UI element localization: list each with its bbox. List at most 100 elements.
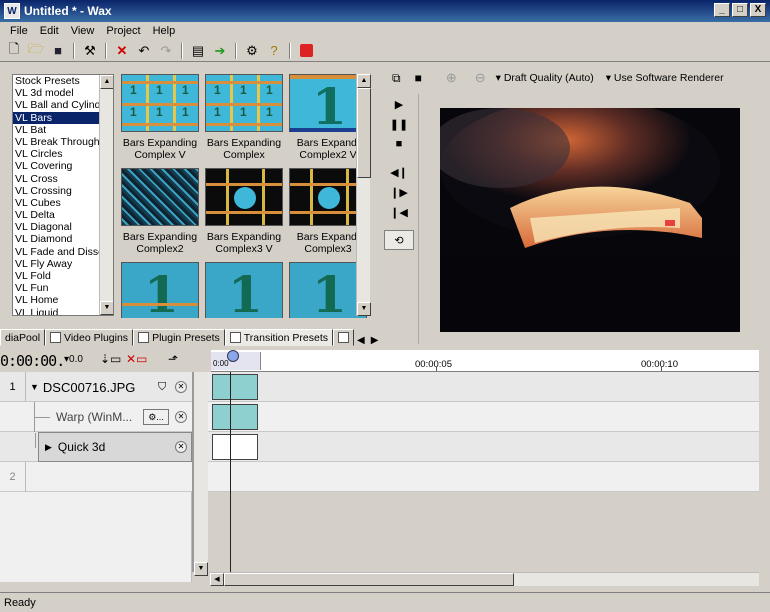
close-button[interactable]: X — [750, 3, 766, 17]
thumb-scroll-down-icon[interactable]: ▼ — [357, 302, 371, 316]
redo-icon[interactable]: ↷ — [156, 42, 176, 60]
new-file-icon[interactable]: 🗋 — [4, 41, 24, 60]
preset-list-item[interactable]: VL Bat — [13, 124, 99, 136]
thumb-row3-2[interactable]: 1 — [204, 260, 284, 318]
cut-tool-icon[interactable]: ⚒ — [80, 42, 100, 60]
expand-chevron-icon[interactable]: ▼ — [30, 382, 39, 392]
thumbnail-scrollbar[interactable]: ▲ ▼ — [356, 74, 371, 316]
track-name[interactable]: DSC00716.JPG — [43, 380, 136, 395]
step-forward-icon[interactable]: ❙▶ — [384, 182, 414, 202]
transition-clip[interactable] — [212, 434, 258, 460]
go-to-start-icon[interactable]: ❙◀ — [384, 202, 414, 222]
track-row[interactable]: 1 ▼ DSC00716.JPG ⛉ ✕ — [0, 372, 759, 402]
menu-file[interactable]: File — [4, 25, 34, 37]
copy-frame-icon[interactable]: ⧉ — [392, 71, 401, 86]
fx-icon[interactable]: ⛉ — [158, 381, 166, 394]
preset-list-item[interactable]: VL Covering — [13, 160, 99, 172]
plugin-name[interactable]: Warp (WinM... — [56, 410, 132, 424]
track-row[interactable]: ▶ Quick 3d ✕ — [0, 432, 759, 462]
preset-list-item[interactable]: VL Fade and Dissolve — [13, 246, 99, 258]
thumb-scroll-thumb[interactable] — [357, 88, 371, 178]
scroll-up-icon[interactable]: ▲ — [100, 75, 113, 89]
timeline-ruler[interactable]: 0:00 00:00:05 00:00:10 — [211, 350, 759, 372]
preset-list-item[interactable]: VL Bars — [13, 111, 99, 124]
track-row[interactable]: Warp (WinM... ⚙... ✕ — [0, 402, 759, 432]
menu-project[interactable]: Project — [100, 25, 146, 37]
preset-list-item[interactable]: VL Cross — [13, 173, 99, 185]
preset-list[interactable]: Stock Presets VL 3d model VL Ball and Cyli… — [12, 74, 114, 316]
preset-list-item[interactable]: VL Cubes — [13, 197, 99, 209]
thumb-bars-expanding-complex2[interactable]: Bars Expanding Complex2 — [120, 166, 200, 255]
preset-list-item[interactable]: Stock Presets — [13, 75, 99, 87]
remove-track-icon[interactable]: ✕ — [175, 381, 187, 393]
preset-list-item[interactable]: VL Ball and Cylinder — [13, 99, 99, 111]
thumb-bars-expanding-complex-v[interactable]: 111 111 Bars Expanding Complex V — [120, 72, 200, 161]
minimize-button[interactable]: _ — [714, 3, 730, 17]
track-vscroll[interactable]: ▼ — [194, 372, 208, 576]
loop-icon[interactable]: ⟲ — [384, 230, 414, 250]
properties-icon[interactable]: ⚙ — [242, 42, 262, 60]
transition-name[interactable]: Quick 3d — [58, 440, 105, 454]
thumb-row3-1[interactable]: 1 — [120, 260, 200, 318]
tab-mediapool[interactable]: diaPool — [0, 329, 46, 346]
import-icon[interactable]: ▤ — [188, 42, 208, 60]
preset-list-item[interactable]: VL Fly Away — [13, 258, 99, 270]
snap-icon[interactable]: ⇣▭ — [100, 352, 121, 366]
track-scroll-down-icon[interactable]: ▼ — [194, 562, 208, 576]
tab-video-plugins[interactable]: Video Plugins — [45, 329, 134, 346]
tab-transition-presets[interactable]: Transition Presets — [224, 329, 333, 346]
delete-icon[interactable]: ✕ — [112, 42, 132, 60]
step-back-icon[interactable]: ◀❙ — [384, 162, 414, 182]
preset-list-scrollbar[interactable]: ▲ ▼ — [99, 75, 113, 315]
preset-list-item[interactable]: VL Diamond — [13, 233, 99, 245]
preset-list-item[interactable]: VL Crossing — [13, 185, 99, 197]
remove-plugin-icon[interactable]: ✕ — [175, 411, 187, 423]
preset-list-item[interactable]: VL Delta — [13, 209, 99, 221]
scroll-down-icon[interactable]: ▼ — [100, 301, 113, 315]
zoom-out-icon[interactable]: ⊖ — [475, 70, 486, 86]
play-icon[interactable]: ▶ — [384, 94, 414, 114]
preset-list-item[interactable]: VL Circles — [13, 148, 99, 160]
record-icon[interactable] — [296, 42, 316, 60]
menu-view[interactable]: View — [65, 25, 101, 37]
tab-plugin-presets[interactable]: Plugin Presets — [133, 329, 225, 346]
edit-mode-icon[interactable]: ⬏ — [168, 352, 178, 366]
tab-scroll-left-icon[interactable]: ◀ — [354, 335, 368, 346]
help-icon[interactable]: ? — [264, 42, 284, 60]
preset-list-item[interactable]: VL Fun — [13, 282, 99, 294]
preset-list-item[interactable]: VL Fold — [13, 270, 99, 282]
preset-list-item[interactable]: VL Break Through — [13, 136, 99, 148]
thumb-scroll-up-icon[interactable]: ▲ — [357, 74, 371, 88]
hscroll-thumb[interactable] — [224, 573, 514, 586]
track-row[interactable]: 2 — [0, 462, 759, 492]
save-frame-icon[interactable]: ■ — [415, 71, 422, 85]
preset-list-item[interactable]: VL Diagonal — [13, 221, 99, 233]
quality-dropdown[interactable]: ▾ Draft Quality (Auto) — [496, 72, 594, 84]
expand-arrow-icon[interactable]: ▶ — [45, 442, 52, 453]
zoom-in-icon[interactable]: ⊕ — [446, 70, 457, 86]
hscroll-left-icon[interactable]: ◀ — [210, 573, 224, 586]
undo-icon[interactable]: ↶ — [134, 42, 154, 60]
preset-list-item[interactable]: VL 3d model — [13, 87, 99, 99]
preset-list-item[interactable]: VL Home — [13, 294, 99, 306]
thumb-bars-expanding-complex3-v[interactable]: Bars Expanding Complex3 V — [204, 166, 284, 255]
maximize-button[interactable]: □ — [732, 3, 748, 17]
media-clip[interactable] — [212, 374, 258, 400]
timeline-hscroll[interactable]: ◀ — [210, 572, 759, 586]
stop-icon[interactable]: ■ — [384, 134, 414, 154]
timecode-display[interactable]: 0:00:00. — [0, 352, 65, 370]
tab-more[interactable] — [333, 329, 354, 346]
preset-list-item[interactable]: VL Liquid — [13, 307, 99, 315]
open-folder-icon[interactable]: 🗁 — [26, 41, 46, 60]
thumb-bars-expanding-complex[interactable]: 111 111 Bars Expanding Complex — [204, 72, 284, 161]
plugin-settings-button[interactable]: ⚙... — [143, 409, 169, 425]
pause-icon[interactable]: ❚❚ — [384, 114, 414, 134]
tab-scroll-right-icon[interactable]: ▶ — [368, 335, 382, 346]
menu-edit[interactable]: Edit — [34, 25, 65, 37]
remove-transition-icon[interactable]: ✕ — [175, 441, 187, 453]
renderer-dropdown[interactable]: ▾ Use Software Renderer — [606, 72, 724, 84]
speed-dropdown[interactable]: ▾0.0 — [64, 354, 83, 365]
plugin-clip[interactable] — [212, 404, 258, 430]
forward-arrow-icon[interactable]: ➔ — [210, 42, 230, 60]
remove-gap-icon[interactable]: ✕▭ — [126, 352, 147, 366]
